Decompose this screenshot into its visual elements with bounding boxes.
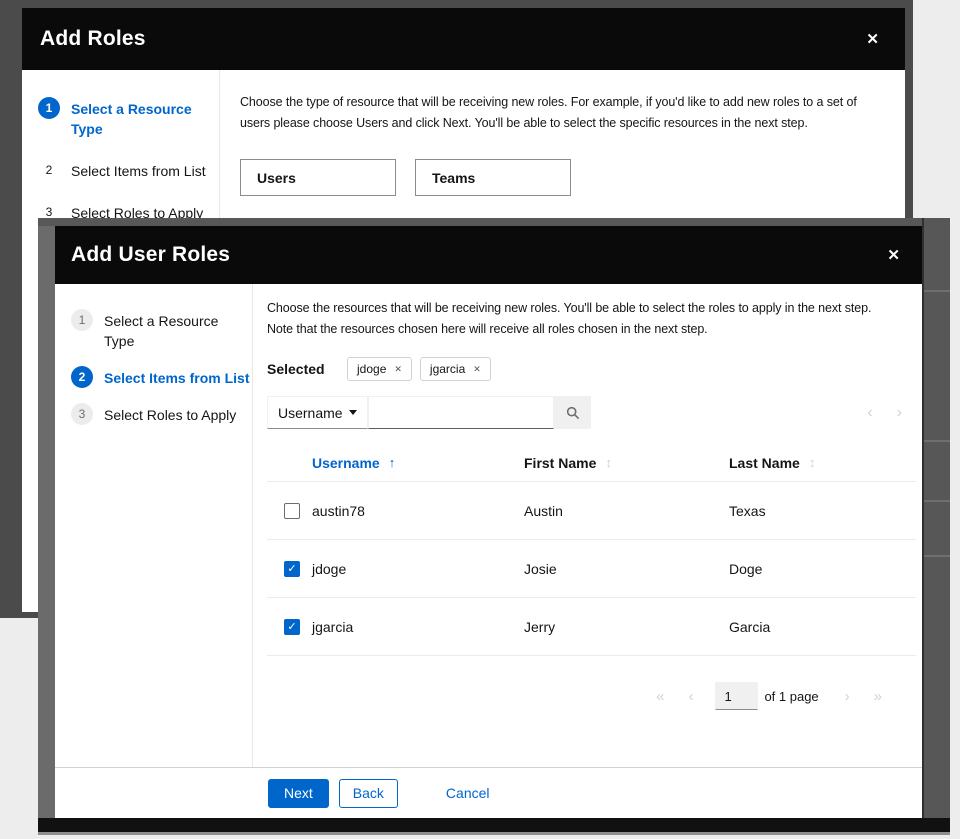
current-page-input[interactable]: 1 (715, 682, 758, 710)
search-input[interactable] (368, 396, 554, 429)
chip-jdoge: jdoge ✕ (347, 357, 412, 381)
selected-items-row: Selected jdoge ✕ jgarcia ✕ (267, 357, 916, 381)
table-row: austin78 Austin Texas (267, 482, 916, 540)
teams-resource-button[interactable]: Teams (415, 159, 571, 196)
back-button[interactable]: Back (339, 779, 398, 808)
cell-first-name: Austin (524, 503, 729, 519)
next-button[interactable]: Next (268, 779, 329, 808)
last-page-icon[interactable]: » (862, 688, 894, 705)
cancel-button[interactable]: Cancel (446, 779, 490, 808)
dimmed-background-top (38, 218, 950, 226)
page-count-label: of 1 page (764, 689, 818, 704)
cell-username: austin78 (312, 503, 524, 519)
add-user-roles-modal-title: Add User Roles (71, 243, 230, 267)
chip-label: jgarcia (430, 362, 465, 376)
cell-last-name: Texas (729, 503, 916, 519)
add-user-roles-screenshot: Add User Roles ✕ 1 Select a Resource Typ… (38, 218, 950, 835)
cell-first-name: Josie (524, 561, 729, 577)
select-items-description: Choose the resources that will be receiv… (267, 298, 916, 340)
select-items-step-content: Choose the resources that will be receiv… (253, 284, 922, 767)
table-row: ✓ jdoge Josie Doge (267, 540, 916, 598)
selected-label: Selected (267, 361, 347, 377)
column-header-first-name[interactable]: First Name ↕ (524, 455, 729, 471)
row-checkbox[interactable]: ✓ (284, 561, 300, 577)
resource-type-description: Choose the type of resource that will be… (240, 92, 905, 134)
selected-chips: jdoge ✕ jgarcia ✕ (347, 357, 491, 381)
prev-page-icon[interactable]: ‹ (867, 404, 872, 422)
step-number-badge: 2 (71, 366, 93, 388)
row-checkbox[interactable]: ✓ (284, 619, 300, 635)
sort-icon: ↕ (809, 455, 816, 470)
screenshot-canvas: Add Roles ✕ 1 Select a Resource Type 2 S… (0, 0, 960, 839)
users-resource-button[interactable]: Users (240, 159, 396, 196)
step-number-badge: 1 (71, 309, 93, 331)
wizard-step-select-resource-type[interactable]: 1 Select a Resource Type (22, 92, 219, 144)
step-label: Select a Resource Type (104, 309, 252, 351)
next-page-icon[interactable]: › (833, 688, 862, 705)
prev-page-icon[interactable]: ‹ (676, 688, 705, 705)
dimmed-background-right (922, 218, 950, 818)
column-header-username[interactable]: Username ↑ (312, 455, 524, 471)
step-label: Select Items from List (71, 159, 206, 181)
cell-username: jgarcia (312, 619, 524, 635)
dimmed-background-bottom (38, 818, 950, 835)
wizard-steps-nav: 1 Select a Resource Type 2 Select Items … (55, 284, 253, 767)
chip-jgarcia: jgarcia ✕ (420, 357, 491, 381)
cell-first-name: Jerry (524, 619, 729, 635)
step-number-badge: 3 (71, 403, 93, 425)
add-user-roles-modal: Add User Roles ✕ 1 Select a Resource Typ… (55, 226, 922, 818)
search-button[interactable] (554, 396, 591, 429)
filter-key-dropdown[interactable]: Username (267, 396, 368, 429)
first-page-icon[interactable]: « (644, 688, 676, 705)
table-row: ✓ jgarcia Jerry Garcia (267, 598, 916, 656)
sort-icon: ↕ (605, 455, 612, 470)
wizard-step-select-resource-type[interactable]: 1 Select a Resource Type (55, 304, 252, 356)
chip-remove-icon[interactable]: ✕ (394, 364, 402, 375)
next-page-icon[interactable]: › (897, 404, 902, 422)
chevron-down-icon (349, 410, 357, 415)
wizard-step-select-items[interactable]: 2 Select Items from List (55, 361, 252, 393)
step-number-badge: 1 (38, 97, 60, 119)
close-icon[interactable]: ✕ (887, 248, 900, 263)
row-checkbox[interactable] (284, 503, 300, 519)
add-roles-modal-header: Add Roles ✕ (22, 8, 905, 70)
column-header-last-name[interactable]: Last Name ↕ (729, 455, 916, 471)
table-header: Username ↑ First Name ↕ Last Name ↕ (267, 444, 916, 482)
resource-type-buttons: Users Teams (240, 159, 905, 196)
add-roles-modal-title: Add Roles (40, 27, 146, 51)
wizard-step-select-roles[interactable]: 3 Select Roles to Apply (55, 398, 252, 430)
toolbar-pagination: ‹ › (867, 404, 916, 422)
bottom-pagination: « ‹ 1 of 1 page › » (267, 682, 916, 710)
wizard-step-select-items[interactable]: 2 Select Items from List (22, 154, 219, 186)
cell-username: jdoge (312, 561, 524, 577)
add-user-roles-modal-body: 1 Select a Resource Type 2 Select Items … (55, 284, 922, 767)
cell-last-name: Doge (729, 561, 916, 577)
chip-remove-icon[interactable]: ✕ (473, 364, 481, 375)
step-label: Select a Resource Type (71, 97, 201, 139)
sort-ascending-icon: ↑ (389, 455, 396, 470)
search-icon (566, 406, 580, 420)
add-user-roles-modal-header: Add User Roles ✕ (55, 226, 922, 284)
filter-key-value: Username (278, 405, 343, 421)
step-number-badge: 2 (38, 159, 60, 181)
list-toolbar: Username ‹ (267, 396, 916, 429)
step-label: Select Roles to Apply (104, 403, 236, 425)
wizard-footer: Next Back Cancel (55, 767, 922, 818)
step-label: Select Items from List (104, 366, 250, 388)
close-icon[interactable]: ✕ (866, 32, 879, 47)
cell-last-name: Garcia (729, 619, 916, 635)
chip-label: jdoge (357, 362, 386, 376)
